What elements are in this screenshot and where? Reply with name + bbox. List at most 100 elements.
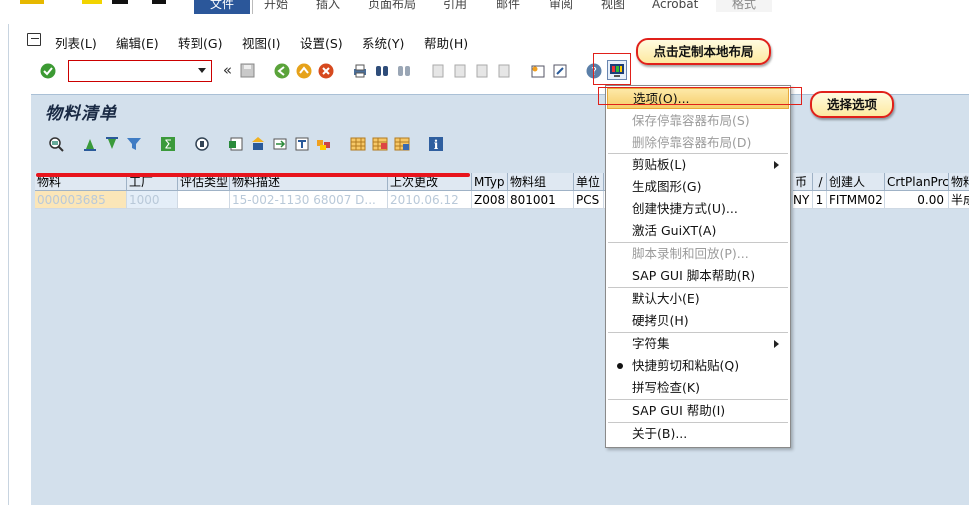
- cell-unit[interactable]: PCS: [574, 191, 604, 209]
- menu-item-clipboard[interactable]: 剪贴板(L): [607, 154, 789, 175]
- save-icon[interactable]: [239, 62, 256, 79]
- ribbon-tab-format[interactable]: 格式: [716, 0, 772, 12]
- menu-view[interactable]: 视图(I): [242, 33, 280, 52]
- menu-item-generate-graphic[interactable]: 生成图形(G): [607, 176, 789, 197]
- menu-item-spell-check[interactable]: 拼写检查(K): [607, 377, 789, 398]
- menu-settings[interactable]: 设置(S): [300, 33, 343, 52]
- cell-description-value: 15-002-1130 68007 D...: [232, 193, 376, 207]
- abc-analysis-icon[interactable]: [315, 135, 332, 152]
- submenu-arrow-icon: [774, 340, 779, 348]
- cell-plant[interactable]: 1000: [127, 191, 178, 209]
- save-layout-icon[interactable]: [393, 135, 410, 152]
- sort-descending-icon[interactable]: [103, 135, 120, 152]
- column-header-currency[interactable]: 币: [793, 173, 813, 191]
- cell-crt-plan-prc[interactable]: 0.00: [885, 191, 949, 209]
- menu-item-character-set[interactable]: 字符集: [607, 333, 789, 354]
- menu-system[interactable]: 系统(Y): [362, 33, 404, 52]
- subtotal-icon[interactable]: [193, 135, 210, 152]
- menu-item-delete-dock-layout[interactable]: 删除停靠容器布局(D): [607, 132, 789, 153]
- menu-item-quick-cut-paste[interactable]: 快捷剪切和粘贴(Q): [607, 355, 789, 376]
- export-excel-icon[interactable]: [227, 135, 244, 152]
- column-header-unit[interactable]: 单位: [574, 173, 604, 191]
- menu-item-character-set-label: 字符集: [632, 336, 670, 351]
- cancel-icon[interactable]: [317, 62, 334, 79]
- menu-help[interactable]: 帮助(H): [424, 33, 468, 52]
- column-header-mtyp[interactable]: MTyp: [472, 173, 508, 191]
- menu-item-hardcopy[interactable]: 硬拷贝(H): [607, 310, 789, 331]
- cell-valuation-type[interactable]: [178, 191, 230, 209]
- change-layout-icon[interactable]: [349, 135, 366, 152]
- column-header-crt-plan-prc[interactable]: CrtPlanPrc: [885, 173, 949, 191]
- cell-description[interactable]: 15-002-1130 68007 D...: [230, 191, 388, 209]
- info-icon[interactable]: i: [427, 135, 444, 152]
- ribbon-color-block: [20, 0, 44, 4]
- ribbon-tab-file[interactable]: 文件: [194, 0, 250, 14]
- ribbon-tab-review[interactable]: 审阅: [549, 0, 573, 12]
- menu-list[interactable]: 列表(L): [55, 33, 97, 52]
- menu-item-script-help[interactable]: SAP GUI 脚本帮助(R): [607, 265, 789, 286]
- filter-icon[interactable]: [125, 135, 142, 152]
- details-icon[interactable]: [47, 135, 64, 152]
- exit-icon[interactable]: [295, 62, 312, 79]
- cell-plant-value: 1000: [129, 193, 160, 207]
- cell-mtyp[interactable]: Z008: [472, 191, 508, 209]
- customize-layout-menu: 选项(O)... 保存停靠容器布局(S) 删除停靠容器布局(D) 剪贴板(L) …: [605, 85, 791, 448]
- collapse-arrow-icon[interactable]: «: [219, 62, 236, 79]
- select-layout-icon[interactable]: [371, 135, 388, 152]
- ribbon-tab-references[interactable]: 引用: [443, 0, 467, 12]
- callout-customize-layout: 点击定制本地布局: [636, 38, 771, 65]
- annotation-redline: [36, 173, 470, 177]
- cell-slash[interactable]: 1: [813, 191, 827, 209]
- cell-last-change[interactable]: 2010.06.12: [388, 191, 472, 209]
- previous-page-icon[interactable]: [451, 62, 468, 79]
- generate-shortcut-icon[interactable]: [551, 62, 568, 79]
- enter-check-icon[interactable]: [39, 62, 56, 79]
- command-input[interactable]: [71, 62, 191, 80]
- first-page-icon[interactable]: [429, 62, 446, 79]
- chevron-down-icon[interactable]: [198, 68, 206, 73]
- cell-material-type[interactable]: 半成: [949, 191, 969, 209]
- menu-item-save-dock-layout[interactable]: 保存停靠容器布局(S): [607, 110, 789, 131]
- system-menu-icon[interactable]: [27, 33, 41, 46]
- print-icon[interactable]: [351, 62, 368, 79]
- column-header-created-by[interactable]: 创建人: [827, 173, 885, 191]
- command-field[interactable]: [68, 60, 212, 82]
- total-icon[interactable]: Σ: [159, 135, 176, 152]
- export-send-icon[interactable]: [271, 135, 288, 152]
- menu-item-about[interactable]: 关于(B)...: [607, 423, 789, 444]
- back-icon[interactable]: [273, 62, 290, 79]
- menu-item-default-size[interactable]: 默认大小(E): [607, 288, 789, 309]
- ribbon-color-block: [82, 0, 102, 4]
- menu-item-activate-guixt[interactable]: 激活 GuiXT(A): [607, 220, 789, 241]
- next-page-icon[interactable]: [473, 62, 490, 79]
- menu-bar: 列表(L) 编辑(E) 转到(G) 视图(I) 设置(S) 系统(Y) 帮助(H…: [9, 30, 969, 52]
- export-download-icon[interactable]: [249, 135, 266, 152]
- menu-item-create-shortcut[interactable]: 创建快捷方式(U)...: [607, 198, 789, 219]
- find-next-icon[interactable]: [395, 62, 412, 79]
- sort-ascending-icon[interactable]: [81, 135, 98, 152]
- menu-item-sap-gui-help[interactable]: SAP GUI 帮助(I): [607, 400, 789, 421]
- ribbon-tab-layout[interactable]: 页面布局: [368, 0, 416, 12]
- cell-material[interactable]: 000003685: [35, 191, 127, 209]
- cell-created-by[interactable]: FITMM02: [827, 191, 885, 209]
- create-session-icon[interactable]: [529, 62, 546, 79]
- ribbon-tab-insert[interactable]: 插入: [316, 0, 340, 12]
- menu-goto[interactable]: 转到(G): [178, 33, 222, 52]
- word-processing-icon[interactable]: [293, 135, 310, 152]
- cell-material-group[interactable]: 801001: [508, 191, 574, 209]
- menu-item-script-recording[interactable]: 脚本录制和回放(P)...: [607, 243, 789, 264]
- word-ribbon: 文件 开始 插入 页面布局 引用 邮件 审阅 视图 Acrobat 格式: [0, 0, 969, 14]
- cell-currency[interactable]: NY: [793, 191, 813, 209]
- ribbon-tab-view[interactable]: 视图: [601, 0, 625, 12]
- column-header-material-group[interactable]: 物料组: [508, 173, 574, 191]
- annotation-icon-highlight: [593, 53, 631, 85]
- cell-material-value: 000003685: [37, 193, 106, 207]
- ribbon-tab-home[interactable]: 开始: [264, 0, 288, 12]
- column-header-material-type[interactable]: 物料: [949, 173, 969, 191]
- find-icon[interactable]: [373, 62, 390, 79]
- last-page-icon[interactable]: [495, 62, 512, 79]
- column-header-slash[interactable]: /: [813, 173, 827, 191]
- menu-edit[interactable]: 编辑(E): [116, 33, 159, 52]
- ribbon-tab-mailings[interactable]: 邮件: [496, 0, 520, 12]
- ribbon-tab-acrobat[interactable]: Acrobat: [652, 0, 698, 12]
